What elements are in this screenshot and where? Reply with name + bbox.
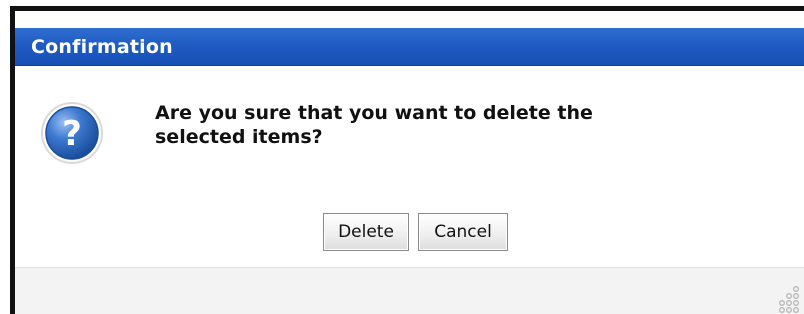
- cancel-button[interactable]: Cancel: [418, 213, 508, 251]
- dialog-title: Confirmation: [31, 36, 173, 58]
- svg-text:?: ?: [62, 114, 82, 154]
- screen: Confirmation ? Are you sure that you wan…: [0, 0, 804, 314]
- dialog-footer: [15, 267, 804, 314]
- confirmation-dialog: Confirmation ? Are you sure that you wan…: [10, 6, 804, 314]
- dialog-titlebar[interactable]: Confirmation: [15, 28, 804, 66]
- question-icon: ?: [39, 100, 105, 166]
- delete-button[interactable]: Delete: [323, 213, 409, 251]
- confirmation-message: Are you sure that you want to delete the…: [155, 102, 593, 148]
- resize-grip-icon[interactable]: [776, 281, 802, 314]
